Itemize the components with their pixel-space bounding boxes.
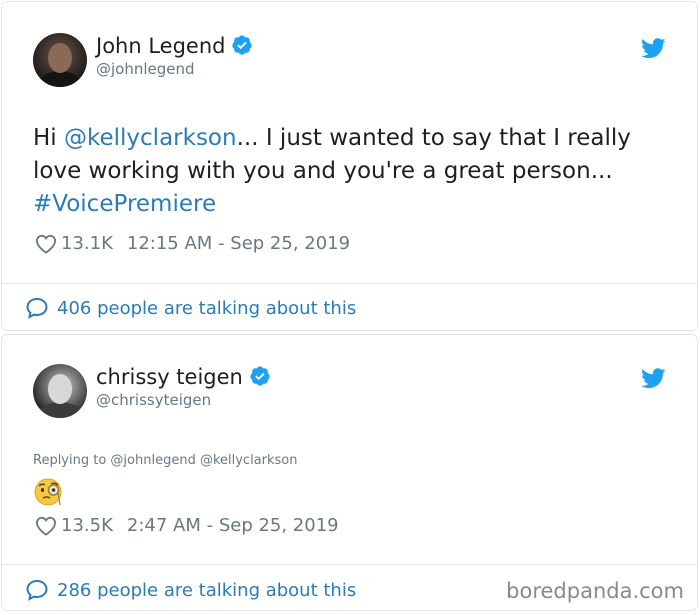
replying-to[interactable]: Replying to @johnlegend @kellyclarkson <box>33 453 298 468</box>
speech-bubble-icon <box>26 297 48 319</box>
avatar[interactable] <box>33 33 87 87</box>
divider <box>2 564 697 565</box>
verified-badge-icon <box>232 35 253 55</box>
conversation-link[interactable]: 286 people are talking about this <box>25 578 356 602</box>
twitter-bird-icon[interactable] <box>641 38 666 59</box>
author-name[interactable]: chrissy teigen <box>96 365 271 389</box>
hashtag-link[interactable]: #VoicePremiere <box>33 191 216 217</box>
tweet-meta: 13.5K 2:47 AM - Sep 25, 2019 <box>35 515 339 536</box>
face-with-monocle-icon <box>34 478 62 506</box>
heart-icon[interactable] <box>35 516 57 536</box>
avatar[interactable] <box>33 364 87 418</box>
speech-bubble-icon <box>26 579 48 601</box>
divider <box>2 283 697 284</box>
timestamp[interactable]: 12:15 AM - Sep 25, 2019 <box>127 233 350 254</box>
verified-badge-icon <box>250 366 270 386</box>
mention-link[interactable]: @kellyclarkson <box>64 125 237 151</box>
author-name[interactable]: John Legend <box>96 34 253 58</box>
conversation-text[interactable]: 406 people are talking about this <box>57 298 356 319</box>
conversation-text[interactable]: 286 people are talking about this <box>57 580 356 601</box>
tweet-card-john-legend: John Legend @johnlegend Hi @kellyclarkso… <box>1 1 698 331</box>
watermark: boredpanda.com <box>506 579 684 603</box>
twitter-bird-icon[interactable] <box>641 368 666 389</box>
tweet-meta: 13.1K 12:15 AM - Sep 25, 2019 <box>35 233 350 254</box>
author-name-text[interactable]: John Legend <box>96 34 225 58</box>
heart-icon[interactable] <box>35 234 57 254</box>
tweet-text: Hi @kellyclarkson... I just wanted to sa… <box>33 122 673 221</box>
author-handle[interactable]: @johnlegend <box>96 60 195 78</box>
timestamp[interactable]: 2:47 AM - Sep 25, 2019 <box>127 515 339 536</box>
conversation-link[interactable]: 406 people are talking about this <box>25 296 356 320</box>
like-count[interactable]: 13.1K <box>61 233 113 254</box>
author-name-text[interactable]: chrissy teigen <box>96 365 243 389</box>
tweet-greeting: Hi <box>33 125 64 151</box>
author-handle[interactable]: @chrissyteigen <box>96 391 211 409</box>
tweet-card-chrissy-teigen: chrissy teigen @chrissyteigen Replying t… <box>1 334 698 611</box>
like-count[interactable]: 13.5K <box>61 515 113 536</box>
